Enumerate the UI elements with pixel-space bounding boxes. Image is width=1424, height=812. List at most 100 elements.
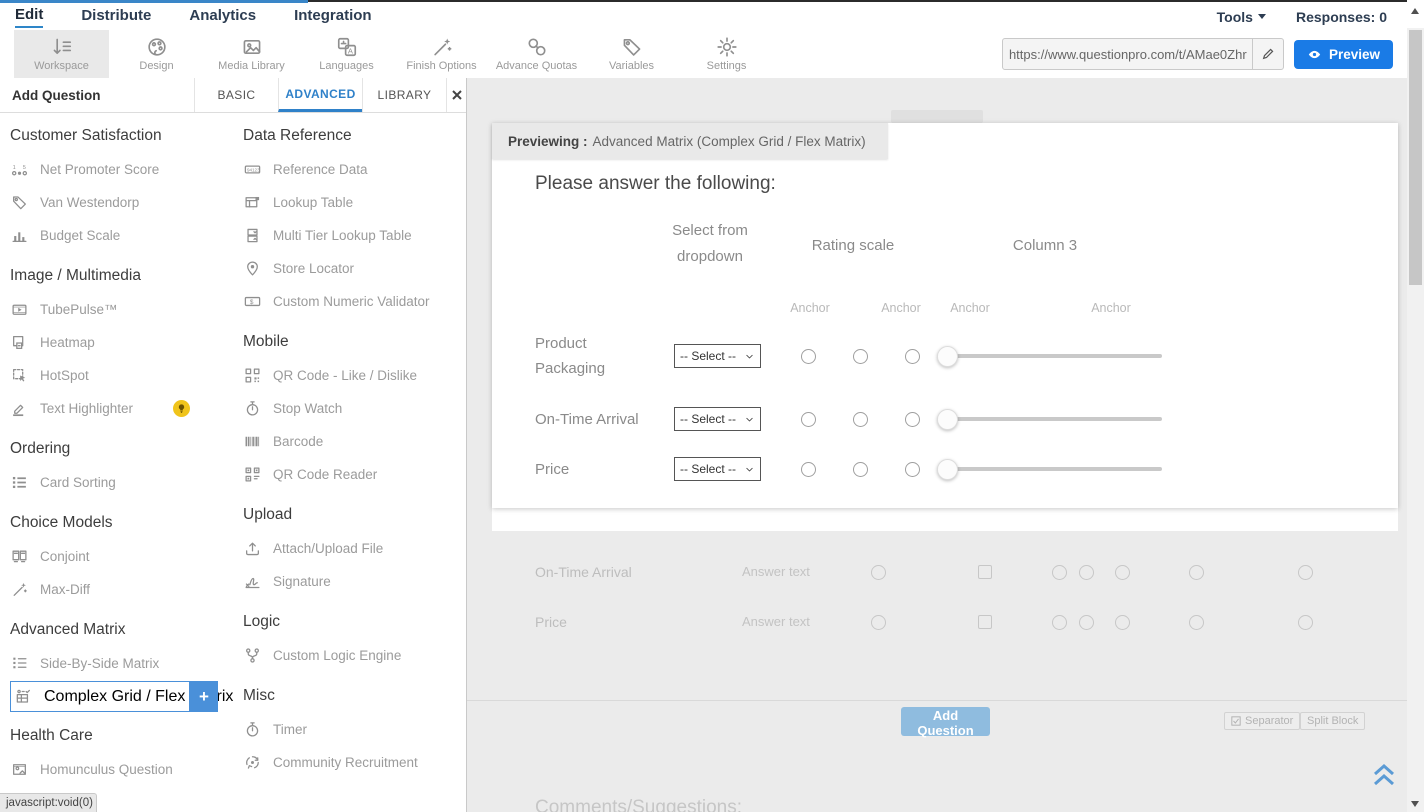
nav-item-analytics[interactable]: Analytics (189, 7, 256, 27)
add-question-button[interactable]: Add Question (901, 707, 990, 736)
responses-counter[interactable]: Responses: 0 (1296, 9, 1387, 25)
dim-checkbox (978, 615, 992, 629)
nav-item-integration[interactable]: Integration (294, 7, 372, 27)
question-type-attach-upload-file[interactable]: Attach/Upload File (243, 532, 461, 565)
question-type-multi-tier-lookup-table[interactable]: Multi Tier Lookup Table (243, 219, 461, 252)
section-title-mobile: Mobile (243, 333, 461, 354)
qr-icon (243, 367, 262, 384)
dim-radio (1115, 615, 1130, 630)
dim-row-label-on-time-arrival: On-Time Arrival (535, 564, 632, 580)
svg-text:A: A (347, 47, 353, 56)
conjoint-icon (10, 548, 29, 565)
toolbar-item-advance-quotas[interactable]: Advance Quotas (489, 30, 584, 78)
question-type-qr-code-reader[interactable]: QR Code Reader (243, 458, 461, 491)
question-type-budget-scale[interactable]: Budget Scale (10, 219, 238, 252)
rating-radio-product-packaging-1[interactable] (801, 349, 816, 364)
rating-radio-product-packaging-3[interactable] (905, 349, 920, 364)
dropdown-product-packaging[interactable]: -- Select -- (674, 344, 761, 368)
question-type-complex-grid-flex-matrix[interactable]: Complex Grid / Flex Matrix+ (10, 681, 238, 712)
rating-radio-on-time-arrival-2[interactable] (853, 412, 868, 427)
scroll-to-top-button[interactable] (1372, 761, 1396, 787)
scrollbar-down-arrow[interactable] (1411, 801, 1419, 807)
question-type-barcode[interactable]: Barcode (243, 425, 461, 458)
eye-icon (1307, 48, 1322, 61)
question-type-card-sorting[interactable]: Card Sorting (10, 466, 238, 499)
toolbar-item-design[interactable]: Design (109, 30, 204, 78)
question-type-lookup-table[interactable]: Lookup Table (243, 186, 461, 219)
dim-radio (1052, 565, 1067, 580)
question-type-homunculus-question[interactable]: Homunculus Question (10, 753, 238, 786)
heatmap-icon (10, 334, 29, 351)
dropdown-on-time-arrival[interactable]: -- Select -- (674, 407, 761, 431)
dropdown-price[interactable]: -- Select -- (674, 457, 761, 481)
question-type-hotspot[interactable]: HotSpot (10, 359, 238, 392)
question-type-side-by-side-matrix[interactable]: Side-By-Side Matrix (10, 647, 238, 680)
question-type-custom-numeric-validator[interactable]: $Custom Numeric Validator (243, 285, 461, 318)
lookup-icon (243, 194, 262, 211)
block-divider (467, 700, 1407, 701)
dim-row-label-price: Price (535, 614, 567, 630)
scrollbar-up-arrow[interactable] (1411, 8, 1419, 14)
scrollbar-thumb[interactable] (1409, 30, 1422, 285)
close-panel-button[interactable] (446, 78, 466, 112)
tab-basic[interactable]: BASIC (194, 78, 278, 112)
rating-radio-on-time-arrival-3[interactable] (905, 412, 920, 427)
checkbox-checked-icon (1231, 716, 1241, 726)
sidebyside-icon (10, 655, 29, 672)
split-block-button[interactable]: Split Block (1300, 712, 1365, 730)
slider-handle-product-packaging[interactable] (937, 346, 958, 367)
question-type-community-recruitment[interactable]: Community Recruitment (243, 746, 461, 779)
dim-radio (1189, 565, 1204, 580)
section-title-misc: Misc (243, 687, 461, 708)
slider-handle-on-time-arrival[interactable] (937, 409, 958, 430)
question-type-conjoint[interactable]: Conjoint (10, 540, 238, 573)
question-type-timer[interactable]: Timer (243, 713, 461, 746)
question-type-qr-code-like-dislike[interactable]: QR Code - Like / Dislike (243, 359, 461, 392)
anchor-label-3: Anchor (935, 301, 1005, 315)
cardsort-icon (10, 474, 29, 491)
question-type-store-locator[interactable]: Store Locator (243, 252, 461, 285)
double-chevron-up-icon (1372, 761, 1396, 787)
rating-radio-price-1[interactable] (801, 462, 816, 477)
toolbar-item-finish-options[interactable]: Finish Options (394, 30, 489, 78)
page-scrollbar[interactable] (1407, 0, 1424, 812)
tab-library[interactable]: LIBRARY (362, 78, 446, 112)
survey-url-box[interactable]: https://www.questionpro.com/t/AMae0Zhr (1002, 38, 1284, 70)
community-icon (243, 754, 262, 771)
pin-icon (243, 260, 262, 277)
question-type-net-promoter-score[interactable]: 15Net Promoter Score (10, 153, 238, 186)
slider-track-price[interactable] (948, 467, 1162, 471)
question-type-reference-data[interactable]: 94123Reference Data (243, 153, 461, 186)
tools-menu[interactable]: Tools (1217, 9, 1266, 25)
toolbar-item-media-library[interactable]: Media Library (204, 30, 299, 78)
question-type-van-westendorp[interactable]: Van Westendorp (10, 186, 238, 219)
toolbar-item-variables[interactable]: Variables (584, 30, 679, 78)
slider-track-product-packaging[interactable] (948, 354, 1162, 358)
toolbar-item-workspace[interactable]: Workspace (14, 30, 109, 78)
rating-radio-on-time-arrival-1[interactable] (801, 412, 816, 427)
rating-radio-price-3[interactable] (905, 462, 920, 477)
slider-handle-price[interactable] (937, 459, 958, 480)
question-type-heatmap[interactable]: Heatmap (10, 326, 238, 359)
question-type-max-diff[interactable]: Max-Diff (10, 573, 238, 606)
add-selected-question-button[interactable]: + (190, 681, 218, 712)
question-type-text-highlighter[interactable]: Text Highlighter (10, 392, 238, 425)
tab-advanced[interactable]: ADVANCED (278, 78, 362, 112)
rating-radio-product-packaging-2[interactable] (853, 349, 868, 364)
hidden-element-strip (891, 110, 983, 123)
selected-question-type[interactable]: Complex Grid / Flex Matrix (10, 681, 190, 712)
rating-radio-price-2[interactable] (853, 462, 868, 477)
toolbar-item-languages[interactable]: ALanguages (299, 30, 394, 78)
preview-button[interactable]: Preview (1294, 40, 1393, 69)
nav-item-distribute[interactable]: Distribute (81, 7, 151, 27)
palette-icon (146, 36, 168, 58)
question-type-stop-watch[interactable]: Stop Watch (243, 392, 461, 425)
question-type-custom-logic-engine[interactable]: Custom Logic Engine (243, 639, 461, 672)
toolbar-item-settings[interactable]: Settings (679, 30, 774, 78)
edit-url-button[interactable] (1252, 39, 1283, 69)
nav-item-edit[interactable]: Edit (15, 6, 43, 28)
slider-track-on-time-arrival[interactable] (948, 417, 1162, 421)
question-type-tubepulse[interactable]: TubePulse™ (10, 293, 238, 326)
question-type-signature[interactable]: Signature (243, 565, 461, 598)
separator-toggle[interactable]: Separator (1224, 712, 1300, 730)
